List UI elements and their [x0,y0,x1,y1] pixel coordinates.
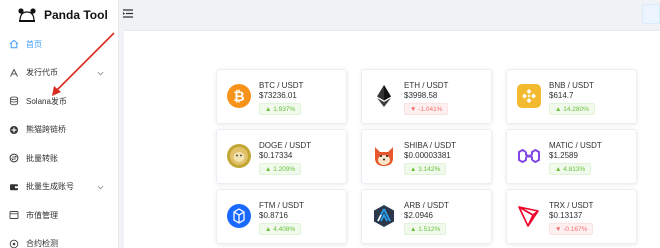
top-bar [119,0,660,30]
change-value: 4.408% [273,226,296,233]
price-value: $0.8716 [259,211,288,220]
price-value: $73236.01 [259,91,297,100]
pair-label: SHIBA / USDT [404,141,457,150]
change-value: 1.209% [273,166,296,173]
eth-icon [372,84,396,108]
pair-label: DOGE / USDT [259,141,312,150]
doge-icon [227,144,251,168]
main-panel: ₿ BTC / USDT $73236.01 ▲ 1.937% ETH / US… [124,30,660,248]
svg-text:₿: ₿ [233,89,244,105]
change-value: -1.041% [418,106,443,113]
change-badge: ▼ -1.041% [404,103,449,115]
ticker-card[interactable]: BNB / USDT $614.7 ▲ 14.280% [506,69,637,124]
ticker-card[interactable]: FTM / USDT $0.8716 ▲ 4.408% [216,189,347,244]
ticker-card[interactable]: ₿ BTC / USDT $73236.01 ▲ 1.937% [216,69,347,124]
pair-label: MATIC / USDT [549,141,602,150]
change-badge: ▲ 1.209% [259,163,302,175]
top-right-button[interactable] [642,4,660,24]
pair-label: TRX / USDT [549,201,594,210]
change-value: 14.280% [563,106,589,113]
pair-label: ETH / USDT [404,81,449,90]
change-value: 4.813% [563,166,586,173]
arb-icon [372,204,396,228]
price-value: $0.13137 [549,211,583,220]
change-value: 1.512% [418,226,441,233]
change-badge: ▲ 14.280% [549,103,595,115]
change-badge: ▲ 3.142% [404,163,447,175]
pair-label: ARB / USDT [404,201,449,210]
ticker-card[interactable]: DOGE / USDT $0.17334 ▲ 1.209% [216,129,347,184]
bnb-icon [517,84,541,108]
pair-label: FTM / USDT [259,201,304,210]
pair-label: BNB / USDT [549,81,594,90]
ftm-icon [227,204,251,228]
price-value: $614.7 [549,91,574,100]
menu-toggle-icon[interactable] [123,5,133,23]
change-badge: ▲ 4.813% [549,163,592,175]
change-badge: ▲ 4.408% [259,223,302,235]
pair-label: BTC / USDT [259,81,304,90]
price-value: $0.00003381 [404,151,451,160]
change-value: 1.937% [273,106,296,113]
price-value: $3998.58 [404,91,438,100]
ticker-card[interactable]: ETH / USDT $3998.58 ▼ -1.041% [361,69,492,124]
shiba-icon [372,144,396,168]
price-value: $2.0946 [404,211,433,220]
change-badge: ▲ 1.512% [404,223,447,235]
price-value: $1.2589 [549,151,578,160]
matic-icon [517,144,541,168]
change-badge: ▼ -0.167% [549,223,594,235]
change-value: -0.167% [563,226,588,233]
ticker-card[interactable]: SHIBA / USDT $0.00003381 ▲ 3.142% [361,129,492,184]
change-value: 3.142% [418,166,441,173]
change-badge: ▲ 1.937% [259,103,302,115]
ticker-card[interactable]: MATIC / USDT $1.2589 ▲ 4.813% [506,129,637,184]
trx-icon [517,204,541,228]
ticker-card[interactable]: ARB / USDT $2.0946 ▲ 1.512% [361,189,492,244]
ticker-card[interactable]: TRX / USDT $0.13137 ▼ -0.167% [506,189,637,244]
price-value: $0.17334 [259,151,293,160]
btc-icon: ₿ [227,84,251,108]
